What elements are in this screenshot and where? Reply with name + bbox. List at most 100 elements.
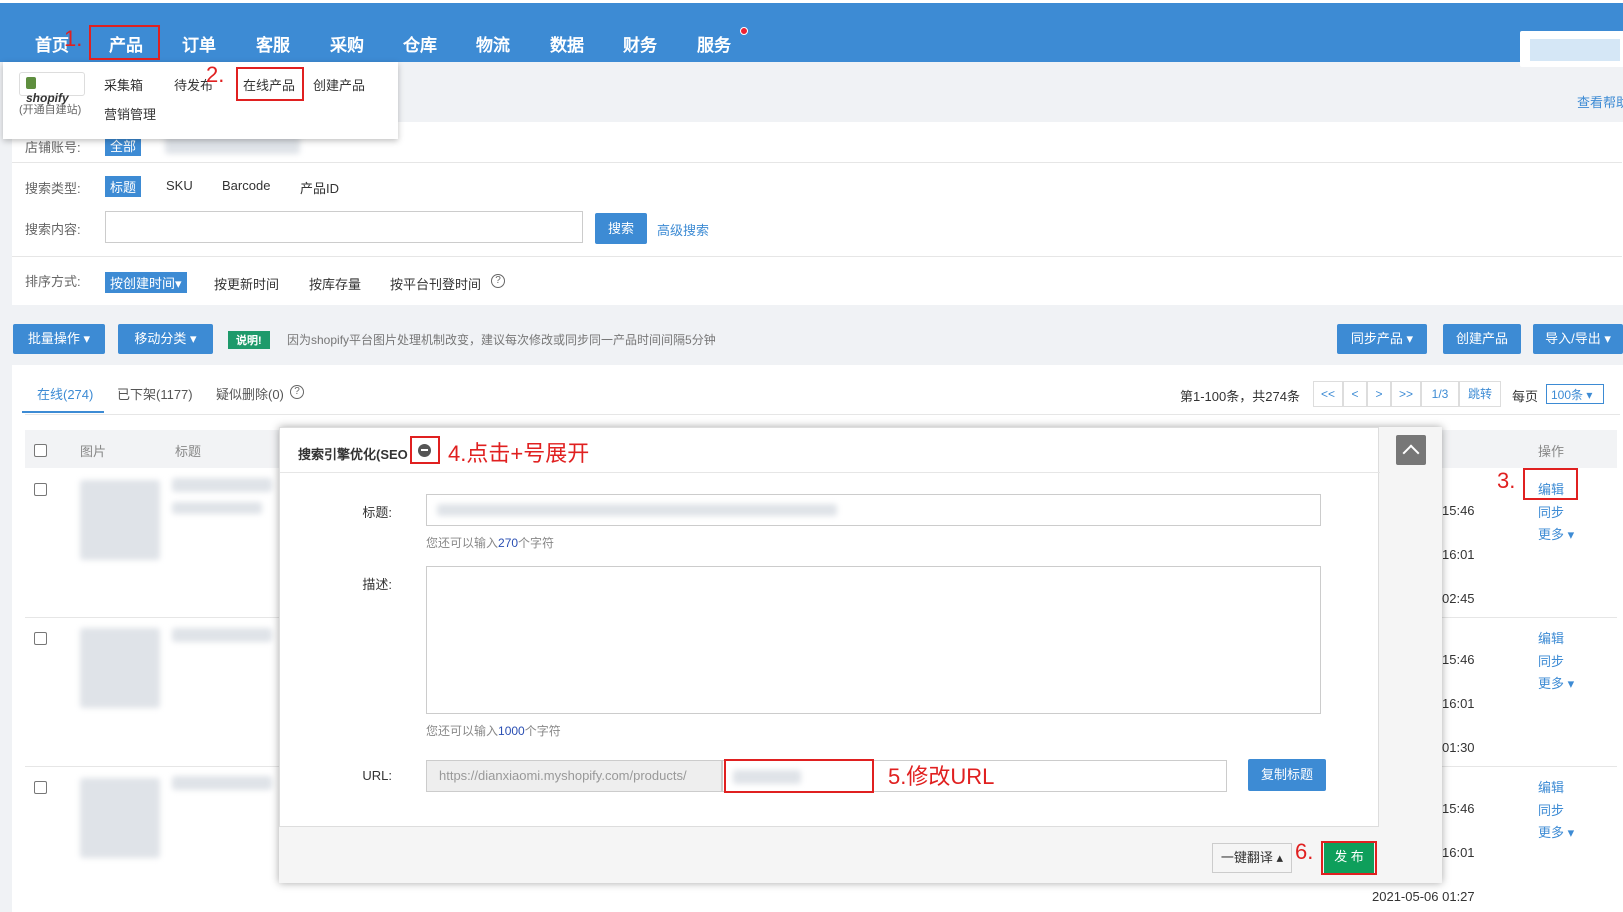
highlight-expand-toggle: [410, 436, 440, 464]
notice-tag: 说明!: [228, 331, 270, 349]
sort-by-stock[interactable]: 按库存量: [309, 274, 361, 293]
shopify-logo[interactable]: shopify: [19, 72, 85, 105]
sort-by-created[interactable]: 按创建时间▾: [105, 272, 187, 293]
highlight-edit: [1523, 468, 1578, 500]
sort-by-listing-time[interactable]: 按平台刊登时间: [390, 274, 481, 293]
pager-current-page: 1/3: [1421, 381, 1459, 407]
tab-delisted[interactable]: 已下架(1177): [117, 384, 193, 403]
pager-info: 第1-100条，共274条: [1180, 389, 1300, 404]
products-dropdown: shopify (开通自建站) 采集箱 待发布 在线产品 创建产品 营销管理: [3, 62, 398, 139]
tab-suspected-deleted[interactable]: 疑似删除(0): [216, 384, 284, 403]
top-nav: 首页 产品 订单 客服 采购 仓库 物流 数据 财务 服务: [0, 0, 1623, 67]
seo-desc-textarea[interactable]: [426, 566, 1321, 714]
highlight-online-products: [236, 67, 304, 101]
search-type-label: 搜索类型:: [25, 181, 81, 196]
edit-link[interactable]: 编辑: [1538, 777, 1564, 796]
batch-actions-button[interactable]: 批量操作 ▾: [13, 324, 105, 354]
search-type-barcode[interactable]: Barcode: [222, 178, 270, 193]
sync-link[interactable]: 同步: [1538, 651, 1564, 670]
select-all-checkbox[interactable]: [34, 444, 47, 457]
seo-desc-hint: 您还可以输入1000个字符: [426, 724, 561, 738]
import-export-button[interactable]: 导入/导出 ▾: [1533, 324, 1623, 354]
pager-next[interactable]: >: [1367, 381, 1391, 407]
nav-customer-service[interactable]: 客服: [256, 31, 290, 56]
nav-finance[interactable]: 财务: [623, 31, 657, 56]
sort-by-updated[interactable]: 按更新时间: [214, 274, 279, 293]
tab-online[interactable]: 在线(274): [37, 384, 93, 403]
search-input[interactable]: [105, 211, 583, 243]
help-question-icon[interactable]: ?: [290, 385, 304, 399]
nav-purchasing[interactable]: 采购: [330, 31, 364, 56]
seo-url-label: URL:: [362, 768, 392, 783]
product-image[interactable]: [80, 480, 160, 560]
seo-title-hint: 您还可以输入270个字符: [426, 536, 555, 550]
pager-first[interactable]: <<: [1313, 381, 1343, 407]
row-checkbox[interactable]: [34, 632, 47, 645]
time-updated: 16:01: [1442, 547, 1475, 562]
seo-title-label: 标题:: [362, 505, 392, 520]
search-type-product-id[interactable]: 产品ID: [300, 178, 339, 197]
product-image[interactable]: [80, 628, 160, 708]
seo-desc-label: 描述:: [362, 577, 392, 592]
time-listed: 01:30: [1442, 740, 1475, 755]
product-title-blur: [172, 478, 272, 492]
collapse-up-icon[interactable]: [1396, 435, 1426, 465]
seo-card: 搜索引擎优化(SEO 4.点击+号展开 标题: 您还可以输入270个字符 描述:…: [279, 427, 1380, 827]
active-tab-indicator: [22, 411, 104, 413]
pager-last[interactable]: >>: [1391, 381, 1421, 407]
search-button[interactable]: 搜索: [595, 213, 647, 244]
more-link[interactable]: 更多 ▾: [1538, 822, 1574, 841]
annotation-step-6: 6.: [1295, 839, 1314, 864]
pager-jump[interactable]: 跳转: [1459, 381, 1501, 407]
translate-button[interactable]: 一键翻译 ▴: [1212, 843, 1292, 873]
menu-collection-box[interactable]: 采集箱: [104, 75, 143, 94]
copy-title-button[interactable]: 复制标题: [1248, 759, 1326, 791]
product-title-blur: [172, 502, 262, 514]
notice-text: 因为shopify平台图片处理机制改变，建议每次修改或同步同一产品时间间隔5分钟: [287, 333, 716, 347]
more-link[interactable]: 更多 ▾: [1538, 673, 1574, 692]
search-type-sku[interactable]: SKU: [166, 178, 193, 193]
nav-data[interactable]: 数据: [550, 31, 584, 56]
header-image: 图片: [80, 444, 107, 459]
row-checkbox[interactable]: [34, 483, 47, 496]
pager-prev[interactable]: <: [1343, 381, 1367, 407]
shop-account-label: 店铺账号:: [25, 140, 81, 155]
search-content-label: 搜索内容:: [25, 222, 81, 237]
sync-products-button[interactable]: 同步产品 ▾: [1337, 324, 1427, 354]
nav-services[interactable]: 服务: [697, 31, 731, 56]
shopify-open-store[interactable]: (开通自建站): [19, 101, 81, 117]
edit-link[interactable]: 编辑: [1538, 628, 1564, 647]
per-page-select[interactable]: 100条 ▾: [1546, 384, 1604, 404]
move-category-button[interactable]: 移动分类 ▾: [118, 324, 213, 354]
sync-link[interactable]: 同步: [1538, 502, 1564, 521]
product-image[interactable]: [80, 778, 160, 858]
time-updated: 16:01: [1442, 696, 1475, 711]
help-question-icon[interactable]: ?: [491, 274, 505, 288]
nav-warehouse[interactable]: 仓库: [403, 31, 437, 56]
sync-link[interactable]: 同步: [1538, 800, 1564, 819]
header-title: 标题: [175, 444, 202, 459]
seo-url-prefix: https://dianxiaomi.myshopify.com/product…: [426, 760, 722, 792]
menu-marketing[interactable]: 营销管理: [104, 104, 156, 123]
highlight-products-nav: [89, 25, 160, 60]
nav-logistics[interactable]: 物流: [476, 31, 510, 56]
highlight-publish: [1321, 841, 1377, 875]
row-checkbox[interactable]: [34, 781, 47, 794]
more-link[interactable]: 更多 ▾: [1538, 524, 1574, 543]
seo-title: 搜索引擎优化(SEO: [298, 447, 408, 462]
time-created: 15:46: [1442, 503, 1475, 518]
create-product-button[interactable]: 创建产品: [1443, 324, 1521, 354]
divider: [280, 472, 1380, 473]
menu-create-product[interactable]: 创建产品: [313, 75, 365, 94]
product-title-blur: [172, 776, 272, 790]
seo-title-input[interactable]: [426, 494, 1321, 526]
annotation-step-1: 1.: [64, 26, 83, 51]
user-area[interactable]: [1520, 31, 1623, 67]
notification-dot: [740, 27, 748, 35]
advanced-search-link[interactable]: 高级搜索: [657, 220, 709, 239]
search-type-title[interactable]: 标题: [105, 176, 142, 197]
help-link[interactable]: 查看帮助: [1577, 92, 1623, 111]
nav-orders[interactable]: 订单: [182, 31, 216, 56]
divider: [12, 162, 1622, 163]
annotation-step-2: 2.: [206, 62, 225, 87]
